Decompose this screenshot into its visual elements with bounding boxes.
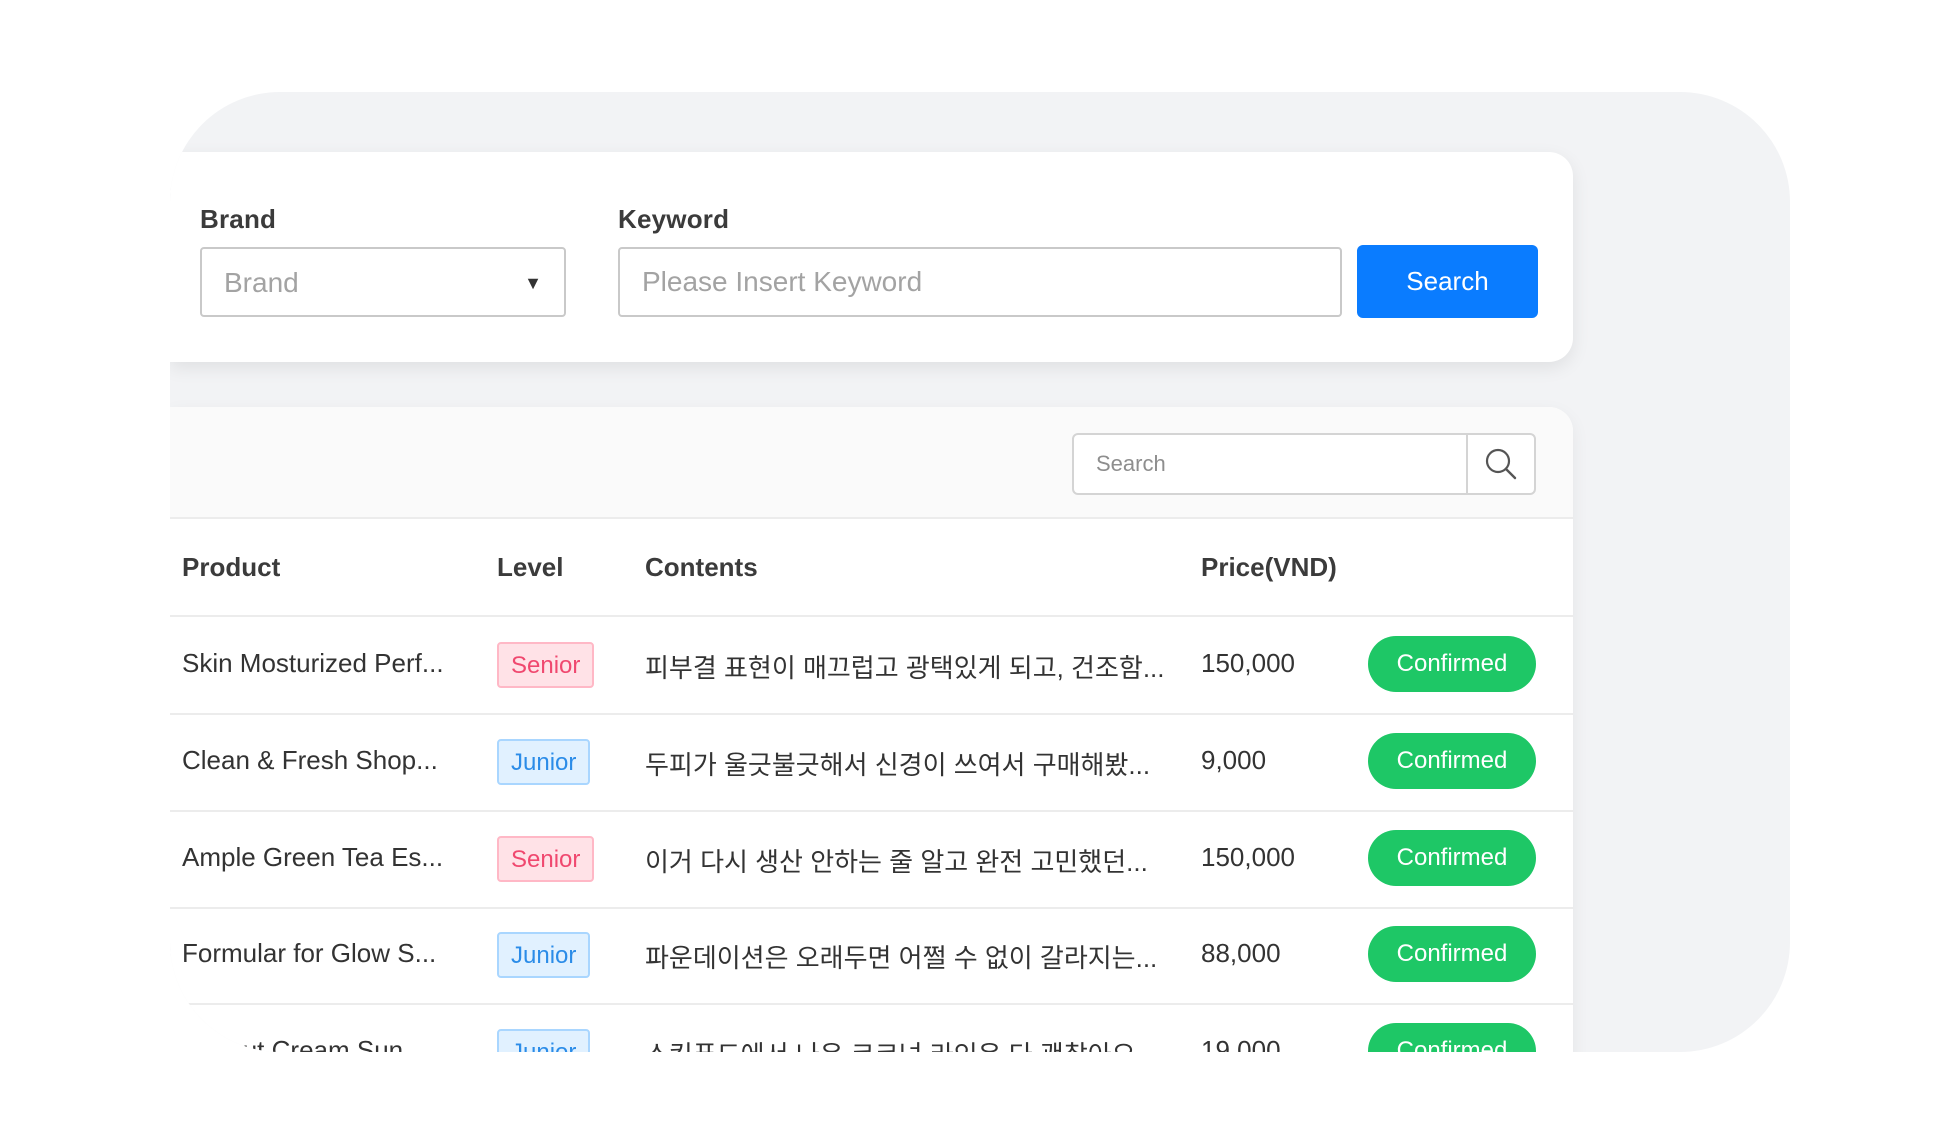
product-cell: Skin Mosturized Perf... — [182, 648, 444, 678]
price-cell: 150,000 — [1201, 842, 1295, 872]
table-header: Product Level Contents Price(VND) — [170, 519, 1573, 617]
keyword-label: Keyword — [618, 204, 730, 234]
contents-cell: 파운데이션은 오래두면 어쩔 수 없이 갈라지는... — [645, 943, 1158, 973]
brand-label: Brand — [200, 204, 277, 234]
table-toolbar — [170, 407, 1573, 519]
keyword-input[interactable] — [618, 247, 1342, 317]
table-search-box — [1072, 433, 1536, 495]
product-cell: Formular for Glow S... — [182, 938, 437, 968]
brand-select-placeholder: Brand — [224, 267, 299, 298]
table-row[interactable]: Peanut Cream Sun... Junior 스킨푸드에서 나온 코코넛… — [170, 1004, 1573, 1052]
column-header-level[interactable]: Level — [497, 552, 564, 583]
confirmed-button[interactable]: Confirmed — [1368, 830, 1536, 886]
confirmed-button[interactable]: Confirmed — [1368, 1023, 1536, 1052]
confirmed-button[interactable]: Confirmed — [1368, 636, 1536, 692]
price-cell: 9,000 — [1201, 745, 1267, 775]
level-badge: Junior — [497, 1029, 591, 1052]
level-badge: Junior — [497, 932, 591, 978]
search-button[interactable]: Search — [1357, 245, 1538, 318]
contents-cell: 스킨푸드에서 나온 코코넛 라인은 다 괜찮아요... — [645, 1035, 1157, 1052]
contents-cell: 이거 다시 생산 안하는 줄 알고 완전 고민했던... — [645, 847, 1148, 877]
level-badge: Senior — [497, 836, 595, 882]
price-cell: 19,000 — [1201, 1035, 1281, 1052]
column-header-contents[interactable]: Contents — [645, 552, 758, 583]
product-cell: Ample Green Tea Es... — [182, 842, 444, 872]
search-icon — [1485, 448, 1517, 480]
contents-cell: 두피가 울긋불긋해서 신경이 쓰여서 구매해봤... — [645, 750, 1151, 780]
level-badge: Junior — [497, 739, 591, 785]
table-row[interactable]: Clean & Fresh Shop... Junior 두피가 울긋불긋해서 … — [170, 714, 1573, 812]
confirmed-button[interactable]: Confirmed — [1368, 733, 1536, 789]
results-table: Product Level Contents Price(VND) Skin M… — [170, 407, 1573, 1052]
product-cell: Peanut Cream Sun... — [182, 1035, 425, 1052]
brand-select[interactable]: Brand ▼ — [200, 247, 566, 317]
table-row[interactable]: Ample Green Tea Es... Senior 이거 다시 생산 안하… — [170, 811, 1573, 909]
table-row[interactable]: Formular for Glow S... Junior 파운데이션은 오래두… — [170, 907, 1573, 1005]
price-cell: 88,000 — [1201, 938, 1281, 968]
table-row[interactable]: Skin Mosturized Perf... Senior 피부결 표현이 매… — [170, 617, 1573, 715]
price-cell: 150,000 — [1201, 648, 1295, 678]
search-icon-button[interactable] — [1466, 435, 1534, 493]
chevron-down-icon: ▼ — [524, 273, 542, 293]
level-badge: Senior — [497, 642, 595, 688]
app-frame: Brand Brand ▼ Keyword Search Product Le — [170, 92, 1790, 1052]
column-header-price[interactable]: Price(VND) — [1201, 552, 1337, 583]
table-search-input[interactable] — [1074, 435, 1470, 493]
product-cell: Clean & Fresh Shop... — [182, 745, 438, 775]
filter-panel: Brand Brand ▼ Keyword Search — [170, 152, 1573, 362]
contents-cell: 피부결 표현이 매끄럽고 광택있게 되고, 건조함... — [645, 653, 1165, 683]
column-header-product[interactable]: Product — [182, 552, 280, 583]
confirmed-button[interactable]: Confirmed — [1368, 926, 1536, 982]
